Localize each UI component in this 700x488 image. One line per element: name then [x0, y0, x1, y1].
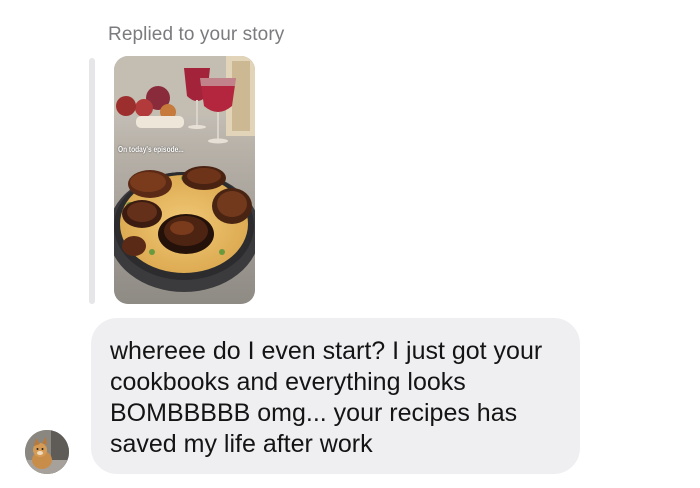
story-caption: On today's episode...: [118, 145, 184, 154]
reply-quote-bar: [89, 58, 95, 304]
replied-to-story-label: Replied to your story: [108, 24, 285, 45]
story-photo-icon: [114, 56, 255, 304]
dog-icon: [25, 430, 69, 474]
message-bubble[interactable]: whereee do I even start? I just got your…: [91, 318, 580, 474]
story-thumbnail[interactable]: On today's episode...: [114, 56, 255, 304]
message-text: whereee do I even start? I just got your…: [110, 337, 543, 458]
message-thread: Replied to your story On today's episode…: [0, 0, 700, 488]
dog-avatar[interactable]: [25, 430, 69, 474]
